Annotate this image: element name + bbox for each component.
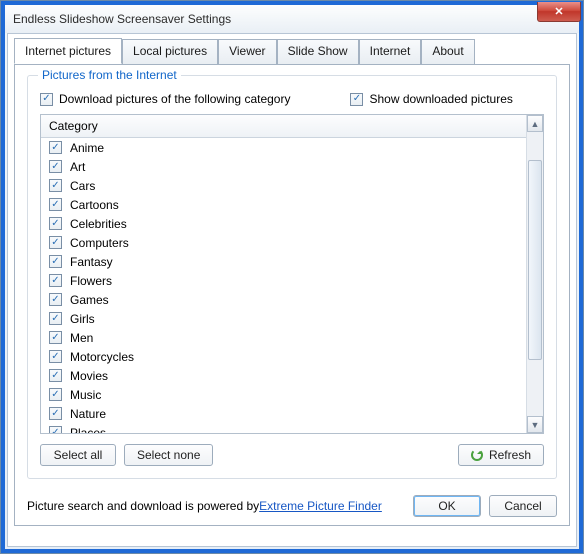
refresh-button-label: Refresh	[489, 448, 531, 462]
refresh-button[interactable]: Refresh	[458, 444, 544, 466]
refresh-icon	[471, 449, 483, 461]
scroll-down-arrow-icon[interactable]: ▼	[527, 416, 543, 433]
dialog-footer: Picture search and download is powered b…	[27, 495, 557, 517]
download-category-label: Download pictures of the following categ…	[59, 92, 290, 106]
checkbox-icon: ✓	[49, 160, 62, 173]
checkbox-icon: ✓	[49, 293, 62, 306]
category-item[interactable]: ✓ Cars	[41, 176, 526, 195]
settings-window: Endless Slideshow Screensaver Settings ✕…	[0, 0, 584, 554]
show-downloaded-label: Show downloaded pictures	[369, 92, 512, 106]
category-label: Motorcycles	[70, 350, 134, 364]
category-label: Nature	[70, 407, 106, 421]
extreme-picture-finder-link[interactable]: Extreme Picture Finder	[259, 499, 382, 513]
category-list: Category ✓ Anime ✓ Art ✓ Cars ✓ Cartoons ✓ Celebr…	[40, 114, 544, 434]
tab-internet-pictures[interactable]: Internet pictures	[14, 38, 122, 64]
category-label: Computers	[70, 236, 129, 250]
checkbox-icon: ✓	[49, 236, 62, 249]
category-item[interactable]: ✓ Anime	[41, 138, 526, 157]
checkbox-icon: ✓	[49, 312, 62, 325]
group-legend: Pictures from the Internet	[38, 68, 181, 82]
checkbox-icon: ✓	[350, 93, 363, 106]
checkbox-icon: ✓	[49, 179, 62, 192]
pictures-from-internet-group: Pictures from the Internet ✓ Download pi…	[27, 75, 557, 479]
checkbox-icon: ✓	[49, 407, 62, 420]
client-area: Internet picturesLocal picturesViewerSli…	[7, 33, 577, 547]
category-item[interactable]: ✓ Music	[41, 385, 526, 404]
category-item[interactable]: ✓ Girls	[41, 309, 526, 328]
close-icon: ✕	[554, 5, 563, 18]
checkbox-icon: ✓	[49, 369, 62, 382]
category-label: Men	[70, 331, 93, 345]
category-item[interactable]: ✓ Flowers	[41, 271, 526, 290]
category-label: Music	[70, 388, 101, 402]
window-title: Endless Slideshow Screensaver Settings	[13, 12, 231, 26]
category-label: Fantasy	[70, 255, 113, 269]
checkbox-icon: ✓	[49, 331, 62, 344]
tab-about[interactable]: About	[421, 39, 474, 65]
tab-slide-show[interactable]: Slide Show	[277, 39, 359, 65]
checkbox-icon: ✓	[49, 350, 62, 363]
cancel-button[interactable]: Cancel	[489, 495, 557, 517]
footer-text: Picture search and download is powered b…	[27, 499, 259, 513]
titlebar: Endless Slideshow Screensaver Settings ✕	[5, 5, 579, 33]
download-category-checkbox[interactable]: ✓ Download pictures of the following cat…	[40, 92, 290, 106]
ok-button[interactable]: OK	[413, 495, 481, 517]
close-button[interactable]: ✕	[537, 2, 581, 22]
category-label: Art	[70, 160, 85, 174]
category-label: Girls	[70, 312, 95, 326]
select-none-button[interactable]: Select none	[124, 444, 213, 466]
category-item[interactable]: ✓ Movies	[41, 366, 526, 385]
tab-panel-internet-pictures: Pictures from the Internet ✓ Download pi…	[14, 64, 570, 526]
category-item[interactable]: ✓ Places	[41, 423, 526, 433]
category-item[interactable]: ✓ Men	[41, 328, 526, 347]
category-label: Cartoons	[70, 198, 119, 212]
checkbox-icon: ✓	[40, 93, 53, 106]
checkbox-icon: ✓	[49, 255, 62, 268]
select-all-button[interactable]: Select all	[40, 444, 116, 466]
category-item[interactable]: ✓ Games	[41, 290, 526, 309]
checkbox-icon: ✓	[49, 274, 62, 287]
checkbox-icon: ✓	[49, 217, 62, 230]
checkbox-icon: ✓	[49, 388, 62, 401]
category-column-header[interactable]: Category	[41, 115, 526, 138]
category-scrollbar[interactable]: ▲ ▼	[526, 115, 543, 433]
category-item[interactable]: ✓ Motorcycles	[41, 347, 526, 366]
category-label: Celebrities	[70, 217, 127, 231]
tab-viewer[interactable]: Viewer	[218, 39, 276, 65]
category-label: Flowers	[70, 274, 112, 288]
category-item[interactable]: ✓ Computers	[41, 233, 526, 252]
checkbox-icon: ✓	[49, 141, 62, 154]
tab-local-pictures[interactable]: Local pictures	[122, 39, 218, 65]
category-label: Movies	[70, 369, 108, 383]
category-item[interactable]: ✓ Celebrities	[41, 214, 526, 233]
tab-internet[interactable]: Internet	[359, 39, 422, 65]
checkbox-icon: ✓	[49, 198, 62, 211]
tab-strip: Internet picturesLocal picturesViewerSli…	[8, 34, 576, 64]
category-item[interactable]: ✓ Fantasy	[41, 252, 526, 271]
scroll-thumb[interactable]	[528, 160, 542, 360]
scroll-up-arrow-icon[interactable]: ▲	[527, 115, 543, 132]
category-item[interactable]: ✓ Nature	[41, 404, 526, 423]
checkbox-icon: ✓	[49, 426, 62, 433]
category-label: Games	[70, 293, 109, 307]
category-label: Cars	[70, 179, 95, 193]
category-label: Places	[70, 426, 106, 434]
category-item[interactable]: ✓ Cartoons	[41, 195, 526, 214]
category-item[interactable]: ✓ Art	[41, 157, 526, 176]
show-downloaded-checkbox[interactable]: ✓ Show downloaded pictures	[350, 92, 512, 106]
category-label: Anime	[70, 141, 104, 155]
scroll-track[interactable]	[527, 132, 543, 416]
